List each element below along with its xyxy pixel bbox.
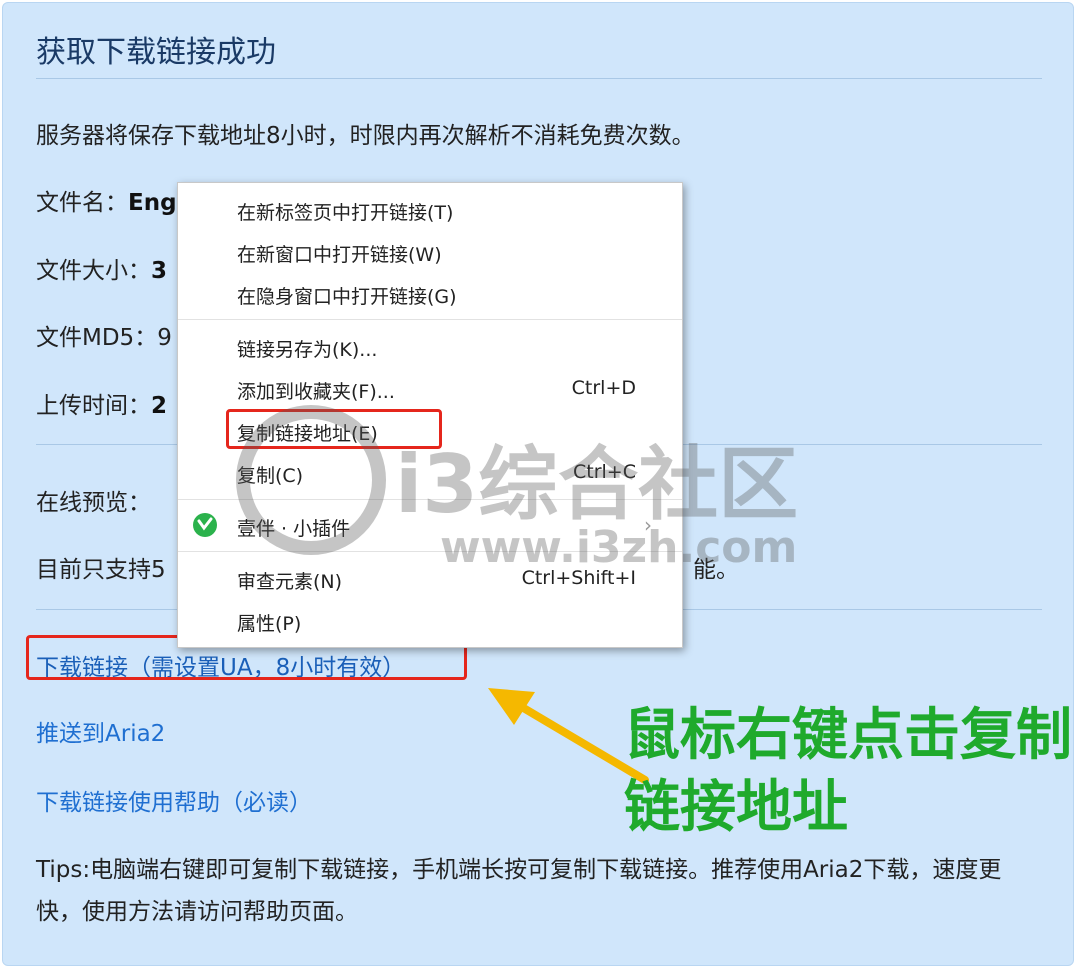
file-md5-value: 9	[157, 325, 172, 351]
preview-label: 在线预览：	[36, 490, 151, 516]
watermark-url: www.i3zh.com	[440, 522, 798, 573]
watermark-logo-icon	[236, 405, 386, 555]
tips-text: Tips:电脑端右键即可复制下载链接，手机端长按可复制下载链接。推荐使用Aria…	[36, 857, 1002, 925]
menu-add-favorites[interactable]: 添加到收藏夹(F)...	[237, 377, 395, 404]
help-link[interactable]: 下载链接使用帮助（必读）	[36, 783, 312, 817]
divider	[36, 78, 1042, 79]
upload-time-label: 上传时间：	[36, 393, 151, 419]
menu-inspect-element[interactable]: 审查元素(N)	[237, 567, 342, 594]
file-md5-row: 文件MD5：9	[36, 318, 172, 352]
menu-open-new-tab[interactable]: 在新标签页中打开链接(T)	[237, 198, 453, 225]
menu-open-new-window[interactable]: 在新窗口中打开链接(W)	[237, 240, 442, 267]
notice-text: 服务器将保存下载地址8小时，时限内再次解析不消耗免费次数。	[36, 123, 695, 149]
watermark-brand: i3综合社区	[395, 438, 799, 531]
upload-time-row: 上传时间：2	[36, 386, 167, 420]
support-prefix: 目前只支持5	[36, 557, 166, 583]
aria2-link[interactable]: 推送到Aria2	[36, 714, 165, 748]
file-name-label: 文件名：	[36, 190, 128, 216]
file-size-label: 文件大小：	[36, 258, 151, 284]
shortcut-ctrl-d: Ctrl+D	[571, 377, 636, 399]
menu-separator	[178, 319, 682, 320]
file-name-value: Eng	[128, 190, 177, 216]
file-size-value: 3	[151, 258, 168, 284]
annotation-line-1: 鼠标右键点击复制	[624, 703, 1072, 768]
file-md5-label: 文件MD5：	[36, 325, 158, 351]
menu-open-incognito[interactable]: 在隐身窗口中打开链接(G)	[237, 282, 457, 309]
upload-time-value: 2	[151, 393, 168, 419]
file-size-row: 文件大小：3	[36, 251, 167, 285]
annotation-line-2: 链接地址	[624, 775, 848, 840]
page-title: 获取下载链接成功	[36, 35, 276, 70]
yiban-plugin-icon	[193, 513, 217, 537]
menu-save-link-as[interactable]: 链接另存为(K)...	[237, 335, 377, 362]
menu-properties[interactable]: 属性(P)	[237, 609, 301, 636]
file-name-row: 文件名：Eng	[36, 183, 177, 217]
